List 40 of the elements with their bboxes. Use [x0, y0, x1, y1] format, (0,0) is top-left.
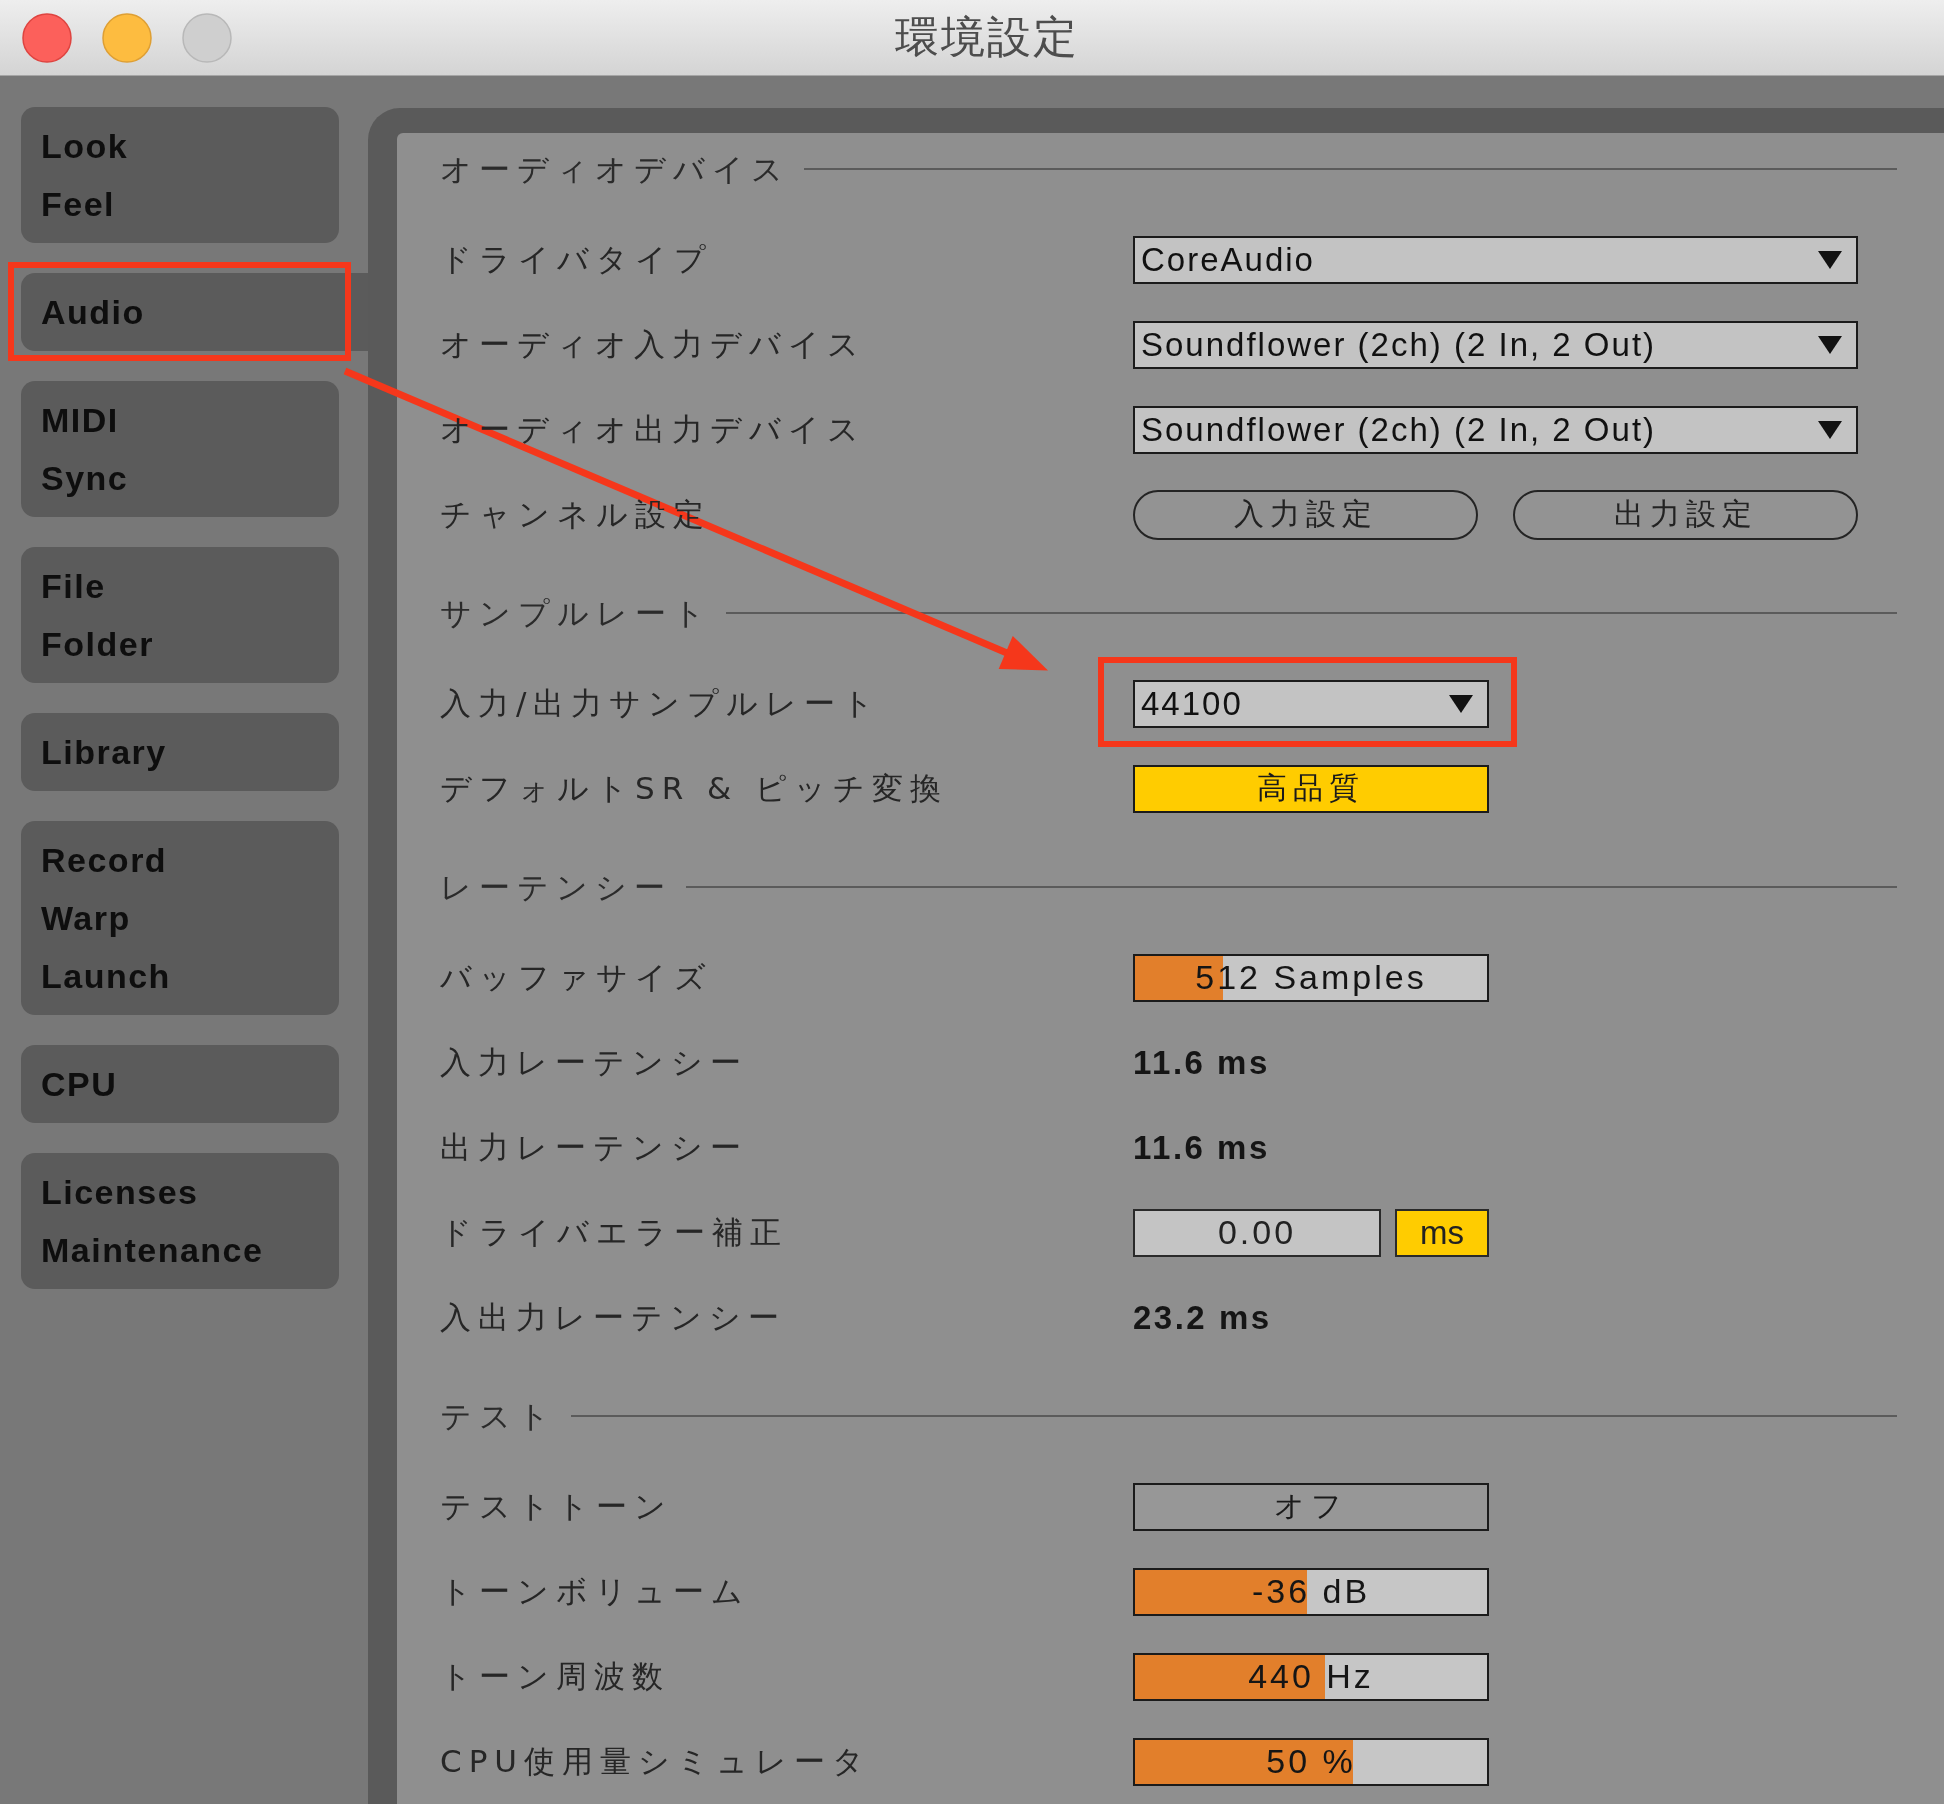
setting-label: 出力レーテンシー [440, 1127, 748, 1167]
latency-value: 23.2 ms [1133, 1298, 1272, 1337]
dropdown[interactable]: 44100 [1133, 679, 1489, 728]
section-title: レーテンシー [440, 868, 672, 907]
setting-label: テストトーン [440, 1486, 673, 1526]
setting-label: デフォルトSR & ピッチ変換 [440, 768, 949, 808]
value-slider[interactable]: 50 % [1133, 1737, 1489, 1786]
setting-label: ドライバタイプ [440, 239, 713, 279]
setting-label: ドライバエラー補正 [440, 1212, 788, 1252]
value-slider[interactable]: -36 dB [1133, 1567, 1489, 1616]
setting-label: 入力レーテンシー [440, 1042, 748, 1082]
setting-label: 入出力レーテンシー [440, 1297, 786, 1337]
value-slider[interactable]: 440 Hz [1133, 1652, 1489, 1701]
latency-value: 11.6 ms [1133, 1128, 1270, 1167]
dropdown[interactable]: Soundflower (2ch) (2 In, 2 Out) [1133, 320, 1858, 369]
setting-label: CPU使用量シミュレータ [440, 1741, 872, 1781]
caret-icon [1449, 694, 1473, 713]
caret-icon [1818, 335, 1842, 354]
caret-icon [1818, 420, 1842, 439]
setting-label: トーン周波数 [440, 1656, 670, 1696]
section-title: テスト [440, 1397, 557, 1436]
window-title: 環境設定 [895, 10, 1079, 64]
setting-label: バッファサイズ [440, 957, 713, 997]
toggle-button[interactable]: オフ [1133, 1482, 1489, 1531]
section-title: サンプルレート [440, 594, 712, 633]
unit-toggle[interactable]: ms [1395, 1208, 1489, 1257]
number-field[interactable]: 0.00 [1133, 1208, 1381, 1257]
close-icon[interactable] [22, 12, 72, 63]
setting-label: オーディオ入力デバイス [440, 324, 866, 364]
toggle-button[interactable]: 高品質 [1133, 764, 1489, 813]
setting-label: 入力/出力サンプルレート [440, 683, 882, 723]
setting-label: トーンボリューム [440, 1571, 750, 1611]
dropdown[interactable]: Soundflower (2ch) (2 In, 2 Out) [1133, 405, 1858, 454]
settings-button[interactable]: 入力設定 [1133, 489, 1478, 540]
settings-button[interactable]: 出力設定 [1513, 489, 1858, 540]
dropdown[interactable]: CoreAudio [1133, 235, 1858, 284]
latency-value: 11.6 ms [1133, 1043, 1270, 1082]
minimize-icon[interactable] [102, 12, 152, 63]
section-title: オーディオデバイス [440, 150, 790, 189]
caret-icon [1818, 250, 1842, 269]
